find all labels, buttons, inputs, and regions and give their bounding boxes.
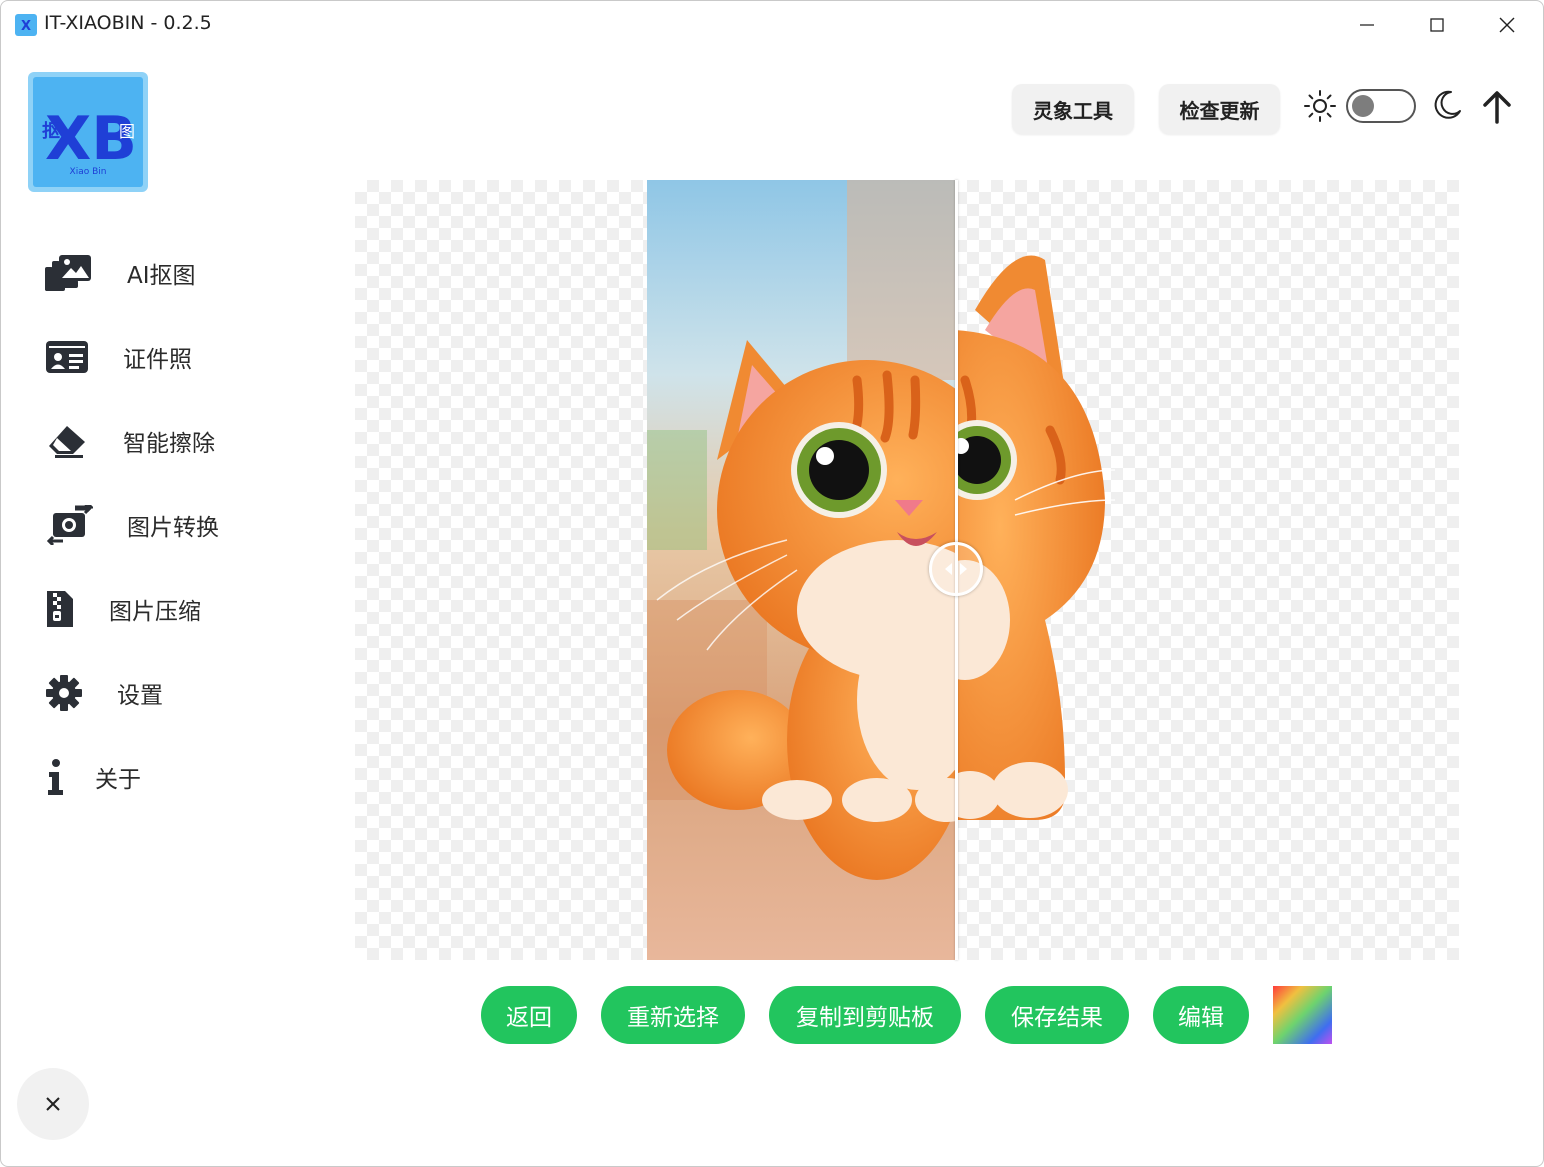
minimize-icon: [1360, 24, 1374, 26]
cutout-result: [955, 255, 1116, 820]
sidebar-item-about[interactable]: 关于: [45, 747, 141, 807]
reselect-button[interactable]: 重新选择: [601, 986, 745, 1044]
sidebar-item-label: AI抠图: [127, 263, 196, 289]
zip-file-icon: [45, 585, 109, 633]
window-title: IT-XIAOBIN - 0.2.5: [44, 12, 212, 34]
moon-icon[interactable]: [1431, 89, 1463, 121]
close-window-button[interactable]: [1477, 7, 1537, 43]
logo-left-text: 抠: [42, 121, 60, 142]
compare-slider-handle[interactable]: [929, 542, 983, 596]
svg-text:X: X: [21, 19, 31, 34]
sidebar-item-id-photo[interactable]: 证件照: [45, 327, 192, 387]
app-icon: X: [15, 14, 37, 36]
check-update-button[interactable]: 检查更新: [1159, 84, 1280, 134]
sidebar-item-image-convert[interactable]: 图片转换: [45, 495, 219, 555]
maximize-icon: [1430, 18, 1444, 32]
sidebar-item-smart-erase[interactable]: 智能擦除: [45, 411, 215, 471]
sidebar-item-label: 证件照: [123, 347, 192, 373]
logo-right-text: 图: [119, 122, 135, 141]
sidebar-item-settings[interactable]: 设置: [45, 663, 163, 723]
sidebar-item-label: 智能擦除: [123, 431, 215, 457]
toggle-knob: [1352, 95, 1374, 117]
arrow-up-icon[interactable]: [1481, 89, 1513, 125]
original-photo: [647, 180, 955, 960]
images-icon: [45, 249, 127, 297]
logo-sub-text: Xiao Bin: [70, 167, 107, 177]
sun-icon[interactable]: [1303, 89, 1337, 123]
info-icon: [45, 753, 95, 801]
background-color-picker[interactable]: [1273, 986, 1332, 1044]
app-window: X IT-XIAOBIN - 0.2.5 XB 抠 图 Xiao Bin AI抠…: [0, 0, 1544, 1167]
eraser-icon: [45, 417, 123, 465]
id-card-icon: [45, 333, 123, 381]
sidebar-item-label: 设置: [117, 683, 163, 709]
close-icon: [46, 1097, 60, 1111]
gear-icon: [45, 669, 117, 717]
edit-button[interactable]: 编辑: [1153, 986, 1249, 1044]
title-bar[interactable]: X IT-XIAOBIN - 0.2.5: [1, 1, 1543, 49]
maximize-button[interactable]: [1407, 7, 1467, 43]
sidebar-item-label: 关于: [95, 767, 141, 793]
theme-toggle[interactable]: [1346, 89, 1416, 123]
convert-icon: [45, 501, 127, 549]
close-icon: [1499, 17, 1515, 33]
sidebar-item-image-compress[interactable]: 图片压缩: [45, 579, 201, 639]
app-logo: XB 抠 图 Xiao Bin: [28, 72, 148, 192]
tools-button[interactable]: 灵象工具: [1012, 84, 1134, 134]
copy-to-clipboard-button[interactable]: 复制到剪贴板: [769, 986, 961, 1044]
sidebar-item-ai-cutout[interactable]: AI抠图: [45, 243, 196, 303]
sidebar-item-label: 图片转换: [127, 515, 219, 541]
close-panel-button[interactable]: [17, 1068, 89, 1140]
minimize-button[interactable]: [1337, 7, 1397, 43]
back-button[interactable]: 返回: [481, 986, 577, 1044]
image-compare-view[interactable]: [355, 180, 1459, 960]
sidebar-item-label: 图片压缩: [109, 599, 201, 625]
save-result-button[interactable]: 保存结果: [985, 986, 1129, 1044]
drag-arrows-icon: [945, 563, 967, 575]
